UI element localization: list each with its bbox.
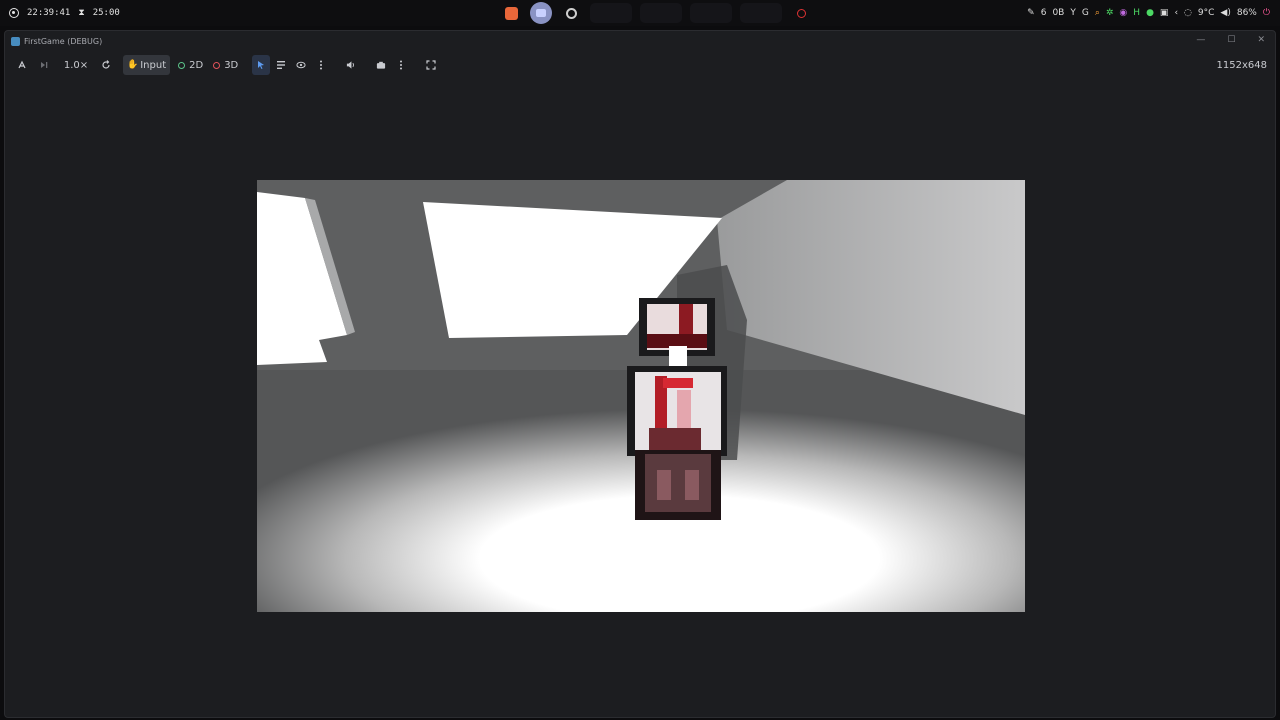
reset-speed-icon[interactable] bbox=[97, 55, 115, 75]
input-label: Input bbox=[140, 59, 167, 71]
game-window: FirstGame (DEBUG) — ☐ ✕ 1.0× ✋ Input 2D … bbox=[4, 30, 1276, 718]
3d-dot-icon bbox=[213, 61, 221, 69]
record-icon[interactable] bbox=[9, 8, 19, 18]
window-icon[interactable]: ▣ bbox=[1160, 8, 1169, 18]
chevron-left-icon[interactable]: ‹ bbox=[1174, 8, 1178, 18]
app-red-target-icon[interactable] bbox=[790, 2, 812, 24]
fullscreen-icon[interactable] bbox=[422, 55, 440, 75]
visibility-icon[interactable] bbox=[292, 55, 310, 75]
mode-3d-button[interactable]: 3D bbox=[209, 55, 242, 75]
select-pointer-icon[interactable] bbox=[252, 55, 271, 75]
next-frame-icon[interactable] bbox=[35, 55, 53, 75]
game-viewport[interactable] bbox=[257, 180, 1025, 612]
godot-icon bbox=[11, 36, 20, 46]
h-app-icon[interactable]: H bbox=[1133, 8, 1140, 18]
mode-2d-button[interactable]: 2D bbox=[174, 55, 207, 75]
mode-2d-label: 2D bbox=[189, 59, 204, 71]
workspace-slot[interactable] bbox=[740, 3, 782, 23]
pomodoro-timer[interactable]: 25:00 bbox=[93, 8, 120, 18]
pixel-character bbox=[627, 298, 727, 520]
speaker-icon[interactable] bbox=[342, 55, 360, 75]
list-icon[interactable] bbox=[272, 55, 290, 75]
hourglass-icon: ⧗ bbox=[78, 8, 85, 18]
close-icon[interactable]: ✕ bbox=[1257, 35, 1265, 45]
system-bar: 22:39:41 ⧗ 25:00 ✎ 6 0B Y G ⌕ ✲ ◉ H ● ▣ … bbox=[0, 0, 1280, 26]
workspace-slot[interactable] bbox=[640, 3, 682, 23]
more-icon[interactable] bbox=[392, 55, 410, 75]
system-clock: 22:39:41 bbox=[27, 8, 71, 18]
window-title: FirstGame (DEBUG) bbox=[24, 36, 103, 46]
debug-toolbar: 1.0× ✋ Input 2D 3D 1152x648 bbox=[5, 53, 1275, 77]
cluster-icon[interactable]: ✲ bbox=[1106, 8, 1114, 18]
edit-icon[interactable]: ✎ bbox=[1027, 8, 1035, 18]
input-toggle-button[interactable]: ✋ Input bbox=[123, 55, 171, 75]
weather-icon: ◌ bbox=[1184, 7, 1192, 18]
game-scene bbox=[257, 180, 1025, 612]
system-tray: ✎ 6 0B Y G ⌕ ✲ ◉ H ● ▣ ‹ ◌ 9°C ◀) 86% ⏻ bbox=[1027, 0, 1270, 26]
resolution-label: 1152x648 bbox=[1216, 59, 1267, 71]
input-icon: ✋ bbox=[127, 60, 139, 70]
minimize-icon[interactable]: — bbox=[1196, 35, 1205, 45]
tray-number-icon[interactable]: 6 bbox=[1041, 8, 1047, 18]
app-active-icon[interactable] bbox=[530, 2, 552, 24]
camera-icon[interactable] bbox=[372, 55, 390, 75]
app-circle-icon[interactable] bbox=[560, 2, 582, 24]
workspace-slot[interactable] bbox=[590, 3, 632, 23]
speed-selector[interactable]: 1.0× bbox=[61, 55, 91, 75]
volume-level: 86% bbox=[1236, 7, 1257, 18]
purple-app-icon[interactable]: ◉ bbox=[1119, 8, 1127, 18]
weather-temp: 9°C bbox=[1197, 7, 1215, 18]
power-icon[interactable]: ⏻ bbox=[1263, 8, 1270, 18]
workspace-label: 0B bbox=[1052, 7, 1065, 18]
maximize-icon[interactable]: ☐ bbox=[1227, 35, 1235, 45]
app-orange-icon[interactable] bbox=[500, 2, 522, 24]
2d-dot-icon bbox=[178, 61, 186, 69]
y-app-icon[interactable]: Y bbox=[1070, 8, 1076, 18]
spotify-icon[interactable]: ● bbox=[1146, 8, 1154, 18]
remote-debug-icon[interactable] bbox=[13, 55, 31, 75]
workspace-slot[interactable] bbox=[690, 3, 732, 23]
taskbar-apps bbox=[500, 2, 812, 24]
search-icon[interactable]: ⌕ bbox=[1095, 8, 1100, 18]
more-icon[interactable] bbox=[312, 55, 330, 75]
mode-3d-label: 3D bbox=[224, 59, 239, 71]
g-app-icon[interactable]: G bbox=[1082, 8, 1089, 18]
volume-icon[interactable]: ◀) bbox=[1220, 8, 1230, 18]
window-titlebar[interactable]: FirstGame (DEBUG) — ☐ ✕ bbox=[5, 31, 1275, 51]
window-controls: — ☐ ✕ bbox=[1196, 35, 1265, 45]
